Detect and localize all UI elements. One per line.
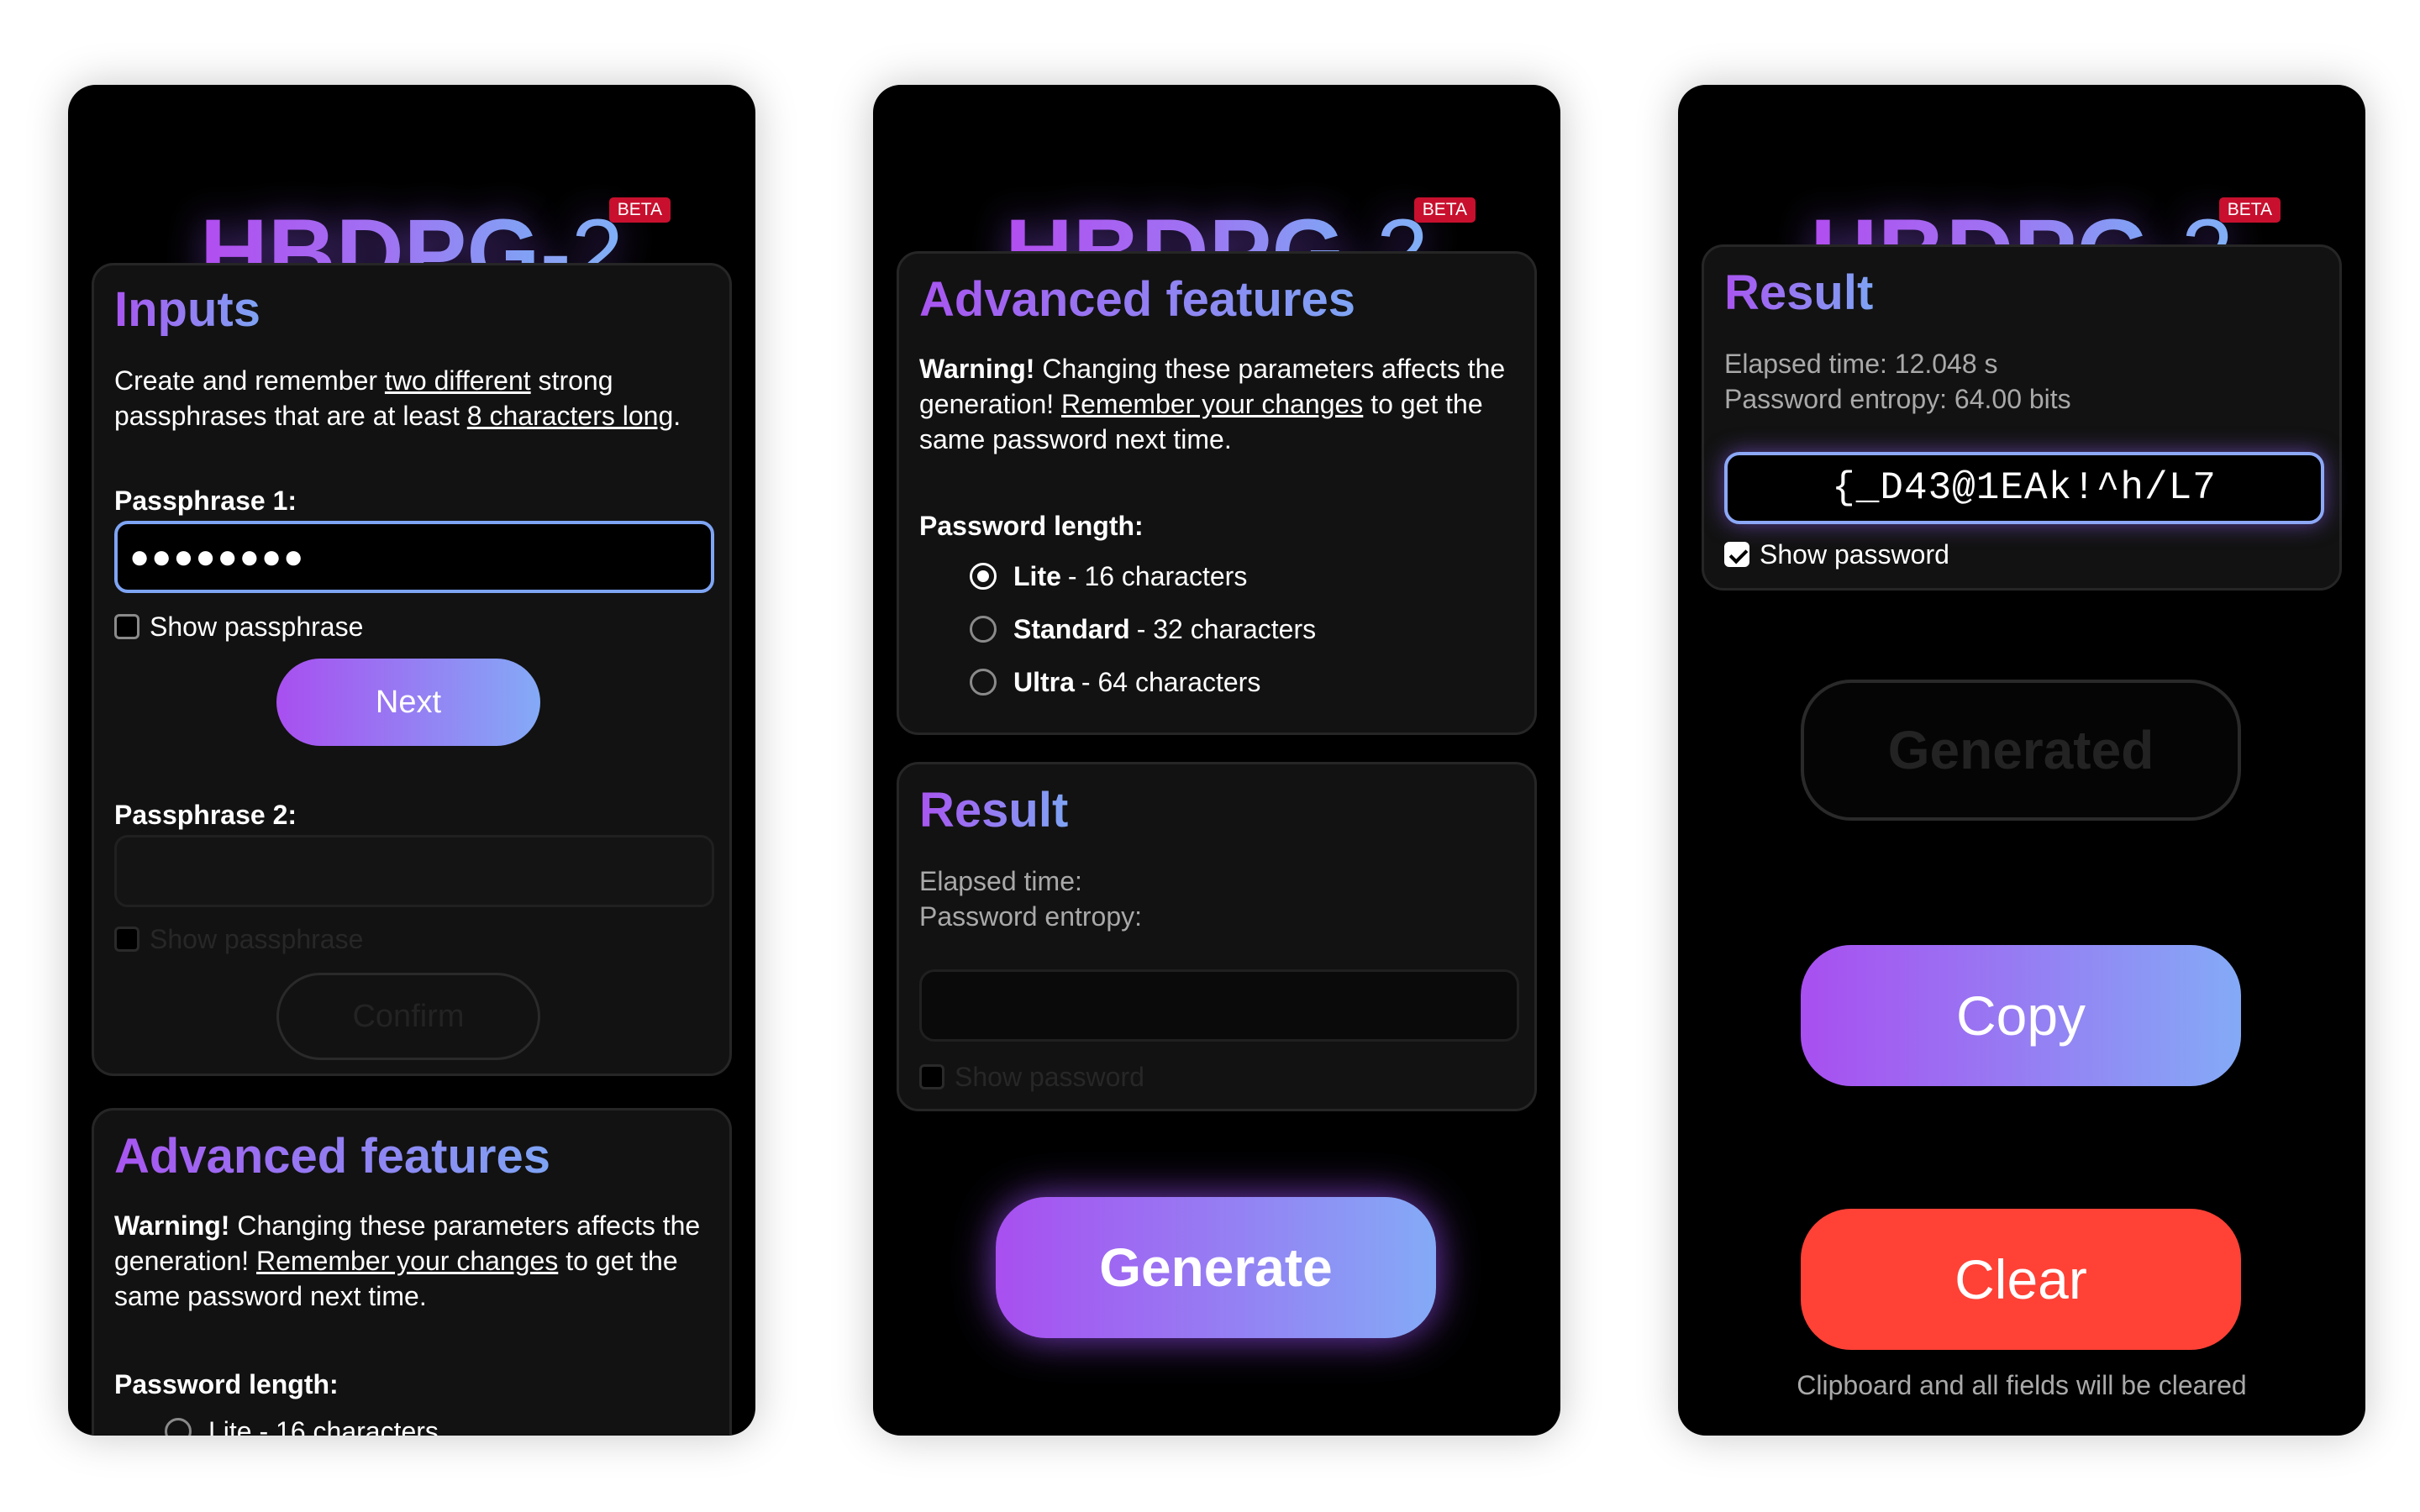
length-option-lite[interactable]: Lite - 16 characters (970, 558, 1247, 595)
length-option-ultra[interactable]: Ultra - 64 characters (970, 664, 1260, 701)
show-password-toggle[interactable]: Show password (1724, 538, 1949, 571)
clear-button[interactable]: Clear (1801, 1209, 2241, 1350)
length-option-ultra-name: Ultra (1013, 666, 1075, 697)
passphrase2-label: Passphrase 2: (114, 800, 297, 830)
beta-badge: BETA (1413, 197, 1476, 223)
password-output[interactable]: {_D43@1EAk!^h/L7 (1724, 452, 2324, 524)
length-option-standard-name: Standard (1013, 613, 1130, 644)
inputs-title: Inputs (114, 281, 260, 339)
checkbox-icon[interactable] (114, 927, 139, 952)
password-output[interactable] (919, 969, 1519, 1042)
checkbox-checked-icon[interactable] (1724, 542, 1749, 567)
advanced-features-title: Advanced features (114, 1127, 550, 1186)
password-length-label: Password length: (114, 1369, 339, 1399)
checkbox-icon[interactable] (919, 1064, 944, 1089)
result-card: Result Elapsed time: 12.048 s Password e… (1702, 244, 2342, 591)
confirm-button[interactable]: Confirm (276, 973, 540, 1060)
length-option-ultra-desc: - 64 characters (1081, 666, 1261, 697)
result-title: Result (919, 781, 1068, 840)
link-remember-changes: Remember your changes (256, 1246, 559, 1276)
password-entropy: Password entropy: (919, 901, 1143, 932)
clear-note: Clipboard and all fields will be cleared (1797, 1370, 2247, 1400)
link-two-different: two different (384, 365, 531, 396)
radio-selected-icon[interactable] (970, 563, 997, 590)
beta-badge: BETA (2218, 197, 2281, 223)
advanced-features-card: Advanced features Warning! Changing thes… (897, 251, 1537, 735)
elapsed-time: Elapsed time: (919, 866, 1082, 896)
length-option-lite-label: Lite - 16 characters (208, 1415, 439, 1436)
advanced-features-card: Advanced features Warning! Changing thes… (92, 1108, 732, 1436)
length-option-lite[interactable]: Lite - 16 characters (165, 1413, 439, 1436)
phone-screen-advanced: HBDPG-2 BETA Advanced features Warning! … (873, 85, 1560, 1436)
advanced-features-title: Advanced features (919, 270, 1355, 329)
link-remember-changes: Remember your changes (1061, 389, 1364, 419)
show-passphrase1-label: Show passphrase (150, 611, 364, 642)
length-option-standard[interactable]: Standard - 32 characters (970, 611, 1316, 648)
show-passphrase2-label: Show passphrase (150, 923, 364, 954)
passphrase2-input[interactable] (114, 835, 714, 907)
generated-button[interactable]: Generated (1801, 680, 2241, 821)
length-option-lite-desc: - 16 characters (1067, 560, 1248, 591)
copy-button[interactable]: Copy (1801, 945, 2241, 1086)
radio-icon[interactable] (165, 1418, 192, 1436)
length-option-lite-name: Lite (1013, 560, 1061, 591)
elapsed-time: Elapsed time: 12.048 s (1724, 349, 1998, 379)
show-password-label: Show password (955, 1061, 1144, 1092)
radio-icon[interactable] (970, 669, 997, 696)
length-option-standard-desc: - 32 characters (1136, 613, 1317, 644)
password-entropy: Password entropy: 64.00 bits (1724, 384, 2071, 414)
passphrase1-label: Passphrase 1: (114, 486, 297, 516)
advanced-warning: Warning! Changing these parameters affec… (114, 1210, 701, 1311)
show-passphrase1-toggle[interactable]: Show passphrase (114, 610, 363, 643)
phone-screen-inputs: HBDPG-2 BETA Inputs Create and remember … (68, 85, 755, 1436)
result-card: Result Elapsed time: Password entropy: S… (897, 762, 1537, 1111)
phone-screen-result: HBDPG-2 BETA Result Elapsed time: 12.048… (1678, 85, 2365, 1436)
show-password-toggle[interactable]: Show password (919, 1060, 1144, 1094)
show-password-label: Show password (1760, 538, 1949, 570)
result-title: Result (1724, 264, 1873, 323)
inputs-card: Inputs Create and remember two different… (92, 263, 732, 1076)
password-length-label: Password length: (919, 511, 1144, 541)
passphrase1-input[interactable]: ●●●●●●●● (114, 521, 714, 593)
radio-icon[interactable] (970, 616, 997, 643)
beta-badge: BETA (608, 197, 671, 223)
checkbox-icon[interactable] (114, 614, 139, 639)
inputs-intro: Create and remember two different strong… (114, 365, 681, 431)
advanced-warning: Warning! Changing these parameters affec… (919, 354, 1506, 454)
link-min-length: 8 characters long (466, 401, 674, 431)
generate-button[interactable]: Generate (996, 1197, 1436, 1338)
passphrase1-value: ●●●●●●●● (129, 538, 306, 575)
next-button[interactable]: Next (276, 659, 540, 746)
show-passphrase2-toggle[interactable]: Show passphrase (114, 922, 363, 956)
